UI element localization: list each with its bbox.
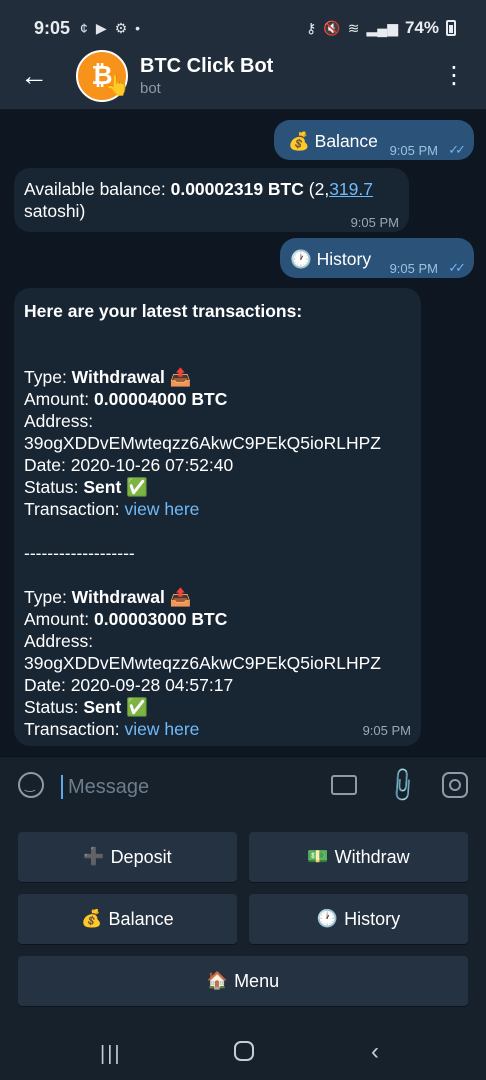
chat-subtitle: bot bbox=[140, 79, 161, 97]
back-nav-icon[interactable]: ‹ bbox=[371, 1038, 379, 1066]
address-value: 39ogXDDvEMwteqzz6AkwC9PEkQ5ioRLHPZ bbox=[24, 433, 381, 453]
history-button[interactable]: 🕐 History bbox=[249, 894, 468, 944]
home-icon: 🏠 bbox=[206, 971, 229, 990]
more-notifications-icon: • bbox=[135, 20, 141, 36]
available-line-1: Available balance: 0.00002319 BTC (2,319… bbox=[24, 178, 399, 200]
transaction-item-2: Type: Withdrawal 📤 Amount: 0.00003000 BT… bbox=[24, 586, 411, 740]
read-checkmarks-icon: ✓✓ bbox=[448, 142, 466, 157]
bot-keyboard-icon[interactable] bbox=[331, 775, 357, 795]
chat-title: BTC Click Bot bbox=[140, 54, 274, 77]
separator: ------------------- bbox=[24, 543, 135, 563]
deposit-button[interactable]: ➕ Deposit bbox=[18, 832, 237, 882]
message-history-command[interactable]: 🕐 History 9:05 PM ✓✓ bbox=[280, 238, 474, 278]
notification-icon-3: ⚙ bbox=[114, 19, 128, 36]
plus-icon: ➕ bbox=[83, 847, 105, 866]
emoji-icon[interactable] bbox=[18, 772, 44, 798]
available-paren: (2, bbox=[303, 179, 330, 199]
withdraw-button[interactable]: 💵 Withdraw bbox=[249, 832, 468, 882]
status-time: 9:05 bbox=[34, 17, 71, 38]
chat-title-block[interactable]: BTC Click Bot bot bbox=[140, 55, 273, 97]
withdraw-label: Withdraw bbox=[334, 846, 410, 867]
more-options-icon[interactable]: ⋮ bbox=[442, 61, 466, 90]
transaction-label: Transaction: bbox=[24, 719, 125, 739]
message-time: 9:05 PM bbox=[389, 261, 438, 276]
system-nav-bar: ||| ‹ bbox=[0, 1024, 486, 1080]
message-text: 💰 Balance bbox=[288, 131, 378, 151]
message-time: 9:05 PM bbox=[389, 143, 438, 158]
address-label: Address: bbox=[24, 631, 94, 651]
amount-label: Amount: bbox=[24, 609, 95, 629]
address-label: Address: bbox=[24, 411, 94, 431]
status-label: Status: bbox=[24, 477, 84, 497]
bot-keyboard: ➕ Deposit 💵 Withdraw 💰 Balance 🕐 History… bbox=[0, 814, 486, 1024]
menu-label: Menu bbox=[234, 970, 280, 991]
deposit-label: Deposit bbox=[110, 846, 172, 867]
battery-icon bbox=[446, 20, 456, 36]
type-label: Type: bbox=[24, 367, 72, 387]
read-checkmarks-icon: ✓✓ bbox=[448, 260, 466, 275]
recent-apps-icon[interactable]: ||| bbox=[100, 1043, 122, 1066]
text-cursor bbox=[61, 775, 63, 799]
balance-button[interactable]: 💰 Balance bbox=[18, 894, 237, 944]
message-input[interactable] bbox=[66, 771, 310, 803]
available-prefix: Available balance: bbox=[24, 179, 171, 199]
camera-icon[interactable] bbox=[442, 772, 468, 798]
status-right: ⚷ 🔇 ≋ ▂▄▆ 74% bbox=[306, 18, 456, 38]
status-value: Sent ✅ bbox=[83, 697, 148, 717]
transactions-header: Here are your latest transactions: bbox=[24, 301, 303, 321]
type-label: Type: bbox=[24, 587, 72, 607]
history-label: History bbox=[344, 908, 401, 929]
transaction-label: Transaction: bbox=[24, 499, 125, 519]
clock-icon: 🕐 bbox=[316, 909, 339, 928]
avatar[interactable]: ₿ 👆 bbox=[76, 49, 130, 102]
battery-percent: 74% bbox=[404, 18, 439, 37]
available-line-2: satoshi) bbox=[24, 201, 86, 221]
notification-icons: ¢ ▶ ⚙ • bbox=[80, 20, 140, 37]
key-icon: ⚷ bbox=[306, 19, 317, 36]
youtube-icon: ▶ bbox=[95, 19, 107, 36]
amount-value: 0.00004000 BTC bbox=[94, 389, 228, 409]
view-here-link[interactable]: view here bbox=[125, 719, 200, 739]
message-composer: 📎 bbox=[0, 756, 486, 815]
date-value: Date: 2020-10-26 07:52:40 bbox=[24, 455, 234, 475]
transaction-item-1: Type: Withdrawal 📤 Amount: 0.00004000 BT… bbox=[24, 366, 411, 520]
view-here-link[interactable]: view here bbox=[125, 499, 200, 519]
wifi-icon: ≋ bbox=[347, 19, 360, 36]
message-time: 9:05 PM bbox=[350, 215, 399, 230]
message-transactions[interactable]: Here are your latest transactions: Type:… bbox=[14, 288, 421, 746]
message-text: 🕐 History bbox=[290, 249, 372, 269]
attach-icon[interactable]: 📎 bbox=[381, 765, 423, 807]
amount-label: Amount: bbox=[24, 389, 95, 409]
balance-label: Balance bbox=[108, 908, 174, 929]
address-value: 39ogXDDvEMwteqzz6AkwC9PEkQ5ioRLHPZ bbox=[24, 653, 381, 673]
mute-icon: 🔇 bbox=[323, 19, 341, 36]
type-value: Withdrawal 📤 bbox=[71, 587, 192, 607]
amount-value: 0.00003000 BTC bbox=[94, 609, 228, 629]
pointer-hand-icon: 👆 bbox=[105, 74, 130, 97]
available-amount: 0.00002319 BTC bbox=[170, 179, 304, 199]
chat-header: ← ₿ 👆 BTC Click Bot bot ⋮ bbox=[0, 42, 486, 110]
message-time: 9:05 PM bbox=[362, 723, 411, 738]
money-icon: 💵 bbox=[307, 847, 329, 866]
message-available-balance[interactable]: Available balance: 0.00002319 BTC (2,319… bbox=[14, 168, 409, 232]
status-label: Status: bbox=[24, 697, 84, 717]
money-bag-icon: 💰 bbox=[81, 909, 103, 928]
menu-button[interactable]: 🏠 Menu bbox=[18, 956, 468, 1006]
signal-icon: ▂▄▆ bbox=[366, 19, 398, 36]
status-value: Sent ✅ bbox=[83, 477, 148, 497]
date-value: Date: 2020-09-28 04:57:17 bbox=[24, 675, 234, 695]
type-value: Withdrawal 📤 bbox=[71, 367, 192, 387]
back-arrow-icon[interactable]: ← bbox=[20, 60, 56, 92]
satoshi-link[interactable]: 319.7 bbox=[329, 179, 373, 199]
chat-area[interactable]: 💰 Balance 9:05 PM ✓✓ Available balance: … bbox=[0, 110, 486, 756]
message-balance-command[interactable]: 💰 Balance 9:05 PM ✓✓ bbox=[274, 120, 474, 160]
notification-icon-1: ¢ bbox=[80, 20, 88, 36]
home-nav-icon[interactable] bbox=[234, 1041, 254, 1061]
